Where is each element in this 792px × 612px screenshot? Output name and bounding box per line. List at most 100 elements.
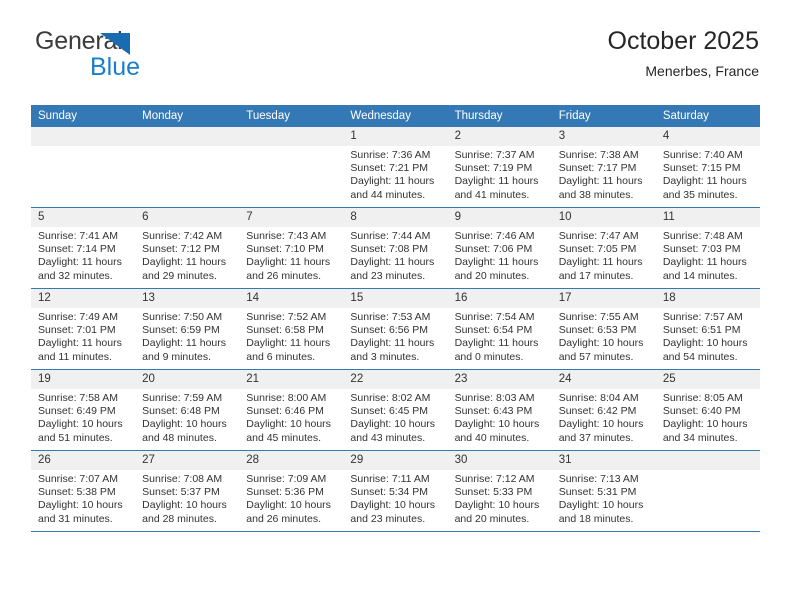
page-header: General Blue October 2025 Menerbes, Fran… — [31, 26, 759, 92]
weekday-header-thursday: Thursday — [447, 105, 552, 127]
calendar-day-cell[interactable]: 15 Sunrise: 7:53 AM Sunset: 6:56 PM Dayligh… — [343, 288, 448, 370]
daylight-text: Daylight: 10 hours and 37 minutes. — [558, 418, 644, 444]
sunrise-text: Sunrise: 7:38 AM — [558, 149, 639, 161]
calendar-day-cell[interactable]: 29 Sunrise: 7:11 AM Sunset: 5:34 PM Dayligh… — [343, 450, 448, 532]
calendar-week-row: 5 Sunrise: 7:41 AM Sunset: 7:14 PM Daylight… — [31, 207, 760, 289]
sunrise-text: Sunrise: 8:00 AM — [246, 392, 327, 404]
calendar-day-cell[interactable]: 28 Sunrise: 7:09 AM Sunset: 5:36 PM Dayligh… — [239, 450, 344, 532]
calendar-day-cell[interactable]: 27 Sunrise: 7:08 AM Sunset: 5:37 PM Dayligh… — [135, 450, 240, 532]
sunset-text: Sunset: 6:48 PM — [142, 405, 220, 418]
sunset-text: Sunset: 6:54 PM — [454, 324, 533, 337]
sunset-text: Sunset: 7:03 PM — [662, 243, 741, 256]
day-sun-info: Sunrise: 8:00 AM Sunset: 6:46 PM Daylight:… — [239, 389, 343, 445]
sunset-text: Sunset: 7:12 PM — [142, 243, 220, 256]
calendar-day-cell[interactable]: 31 Sunrise: 7:13 AM Sunset: 5:31 PM Dayligh… — [551, 450, 656, 532]
sunset-text: Sunset: 7:10 PM — [246, 243, 324, 256]
day-number — [31, 127, 136, 146]
weekday-header-tuesday: Tuesday — [239, 105, 344, 127]
title-block: October 2025 Menerbes, France — [608, 26, 760, 80]
daylight-text: Daylight: 11 hours and 14 minutes. — [662, 256, 747, 282]
calendar-day-cell[interactable]: 25 Sunrise: 8:05 AM Sunset: 6:40 PM Dayligh… — [655, 369, 760, 451]
day-sun-info: Sunrise: 7:54 AM Sunset: 6:54 PM Daylight:… — [448, 308, 552, 364]
day-number: 24 — [551, 370, 656, 389]
sunrise-text: Sunrise: 7:42 AM — [142, 230, 223, 242]
calendar-day-cell[interactable]: 23 Sunrise: 8:03 AM Sunset: 6:43 PM Dayligh… — [447, 369, 552, 451]
calendar-day-cell[interactable]: 20 Sunrise: 7:59 AM Sunset: 6:48 PM Dayligh… — [135, 369, 240, 451]
calendar-day-cell[interactable]: 14 Sunrise: 7:52 AM Sunset: 6:58 PM Dayligh… — [239, 288, 344, 370]
calendar-day-cell[interactable]: 13 Sunrise: 7:50 AM Sunset: 6:59 PM Dayligh… — [135, 288, 240, 370]
page-title: October 2025 — [607, 27, 760, 55]
sunset-text: Sunset: 7:14 PM — [38, 243, 116, 256]
general-blue-logo: General Blue — [31, 26, 231, 88]
calendar-day-cell-empty — [135, 127, 240, 208]
calendar-day-cell-empty — [31, 127, 136, 208]
calendar-day-cell[interactable]: 17 Sunrise: 7:55 AM Sunset: 6:53 PM Dayligh… — [551, 288, 656, 370]
day-sun-info: Sunrise: 7:58 AM Sunset: 6:49 PM Daylight:… — [31, 389, 135, 445]
calendar-day-cell[interactable]: 19 Sunrise: 7:58 AM Sunset: 6:49 PM Dayligh… — [31, 369, 136, 451]
weekday-header-saturday: Saturday — [655, 105, 760, 127]
calendar-day-cell[interactable]: 10 Sunrise: 7:47 AM Sunset: 7:05 PM Dayligh… — [551, 207, 656, 289]
sunset-text: Sunset: 5:38 PM — [38, 486, 116, 499]
daylight-text: Daylight: 11 hours and 41 minutes. — [454, 175, 539, 201]
day-number: 18 — [655, 289, 760, 308]
day-number: 2 — [447, 127, 552, 146]
calendar-day-cell[interactable]: 18 Sunrise: 7:57 AM Sunset: 6:51 PM Dayligh… — [655, 288, 760, 370]
calendar-day-cell[interactable]: 7 Sunrise: 7:43 AM Sunset: 7:10 PM Daylight… — [239, 207, 344, 289]
daylight-text: Daylight: 10 hours and 45 minutes. — [246, 418, 331, 444]
daylight-text: Daylight: 11 hours and 35 minutes. — [662, 175, 747, 201]
day-number: 29 — [343, 451, 448, 470]
logo-text-blue: Blue — [90, 53, 141, 81]
sunrise-text: Sunrise: 7:40 AM — [662, 149, 743, 161]
day-number — [655, 451, 760, 470]
calendar-week-row: 19 Sunrise: 7:58 AM Sunset: 6:49 PM Dayligh… — [31, 369, 760, 451]
calendar-body: 1 Sunrise: 7:36 AM Sunset: 7:21 PM Daylight… — [31, 127, 760, 532]
calendar-day-cell[interactable]: 22 Sunrise: 8:02 AM Sunset: 6:45 PM Dayligh… — [343, 369, 448, 451]
calendar-day-cell[interactable]: 12 Sunrise: 7:49 AM Sunset: 7:01 PM Dayligh… — [31, 288, 136, 370]
calendar-day-cell[interactable]: 9 Sunrise: 7:46 AM Sunset: 7:06 PM Daylight… — [447, 207, 552, 289]
sunrise-text: Sunrise: 7:54 AM — [454, 311, 535, 323]
sunset-text: Sunset: 7:19 PM — [454, 162, 533, 175]
day-sun-info: Sunrise: 8:04 AM Sunset: 6:42 PM Daylight:… — [552, 389, 656, 445]
day-sun-info: Sunrise: 7:42 AM Sunset: 7:12 PM Daylight:… — [135, 227, 239, 283]
sunset-text: Sunset: 6:46 PM — [246, 405, 324, 418]
sunset-text: Sunset: 7:01 PM — [38, 324, 116, 337]
sunset-text: Sunset: 7:15 PM — [662, 162, 741, 175]
day-number: 26 — [31, 451, 136, 470]
day-sun-info: Sunrise: 7:55 AM Sunset: 6:53 PM Daylight:… — [552, 308, 656, 364]
day-sun-info: Sunrise: 7:36 AM Sunset: 7:21 PM Daylight:… — [343, 146, 447, 202]
calendar-day-cell[interactable]: 16 Sunrise: 7:54 AM Sunset: 6:54 PM Dayligh… — [447, 288, 552, 370]
day-sun-info: Sunrise: 7:46 AM Sunset: 7:06 PM Daylight:… — [448, 227, 552, 283]
calendar-day-cell[interactable]: 3 Sunrise: 7:38 AM Sunset: 7:17 PM Daylight… — [551, 127, 656, 208]
sunset-text: Sunset: 6:43 PM — [454, 405, 533, 418]
calendar-day-cell[interactable]: 5 Sunrise: 7:41 AM Sunset: 7:14 PM Daylight… — [31, 207, 136, 289]
calendar-day-cell[interactable]: 21 Sunrise: 8:00 AM Sunset: 6:46 PM Dayligh… — [239, 369, 344, 451]
sunset-text: Sunset: 5:36 PM — [246, 486, 324, 499]
day-sun-info: Sunrise: 7:57 AM Sunset: 6:51 PM Daylight:… — [656, 308, 760, 364]
weekday-header-friday: Friday — [551, 105, 656, 127]
sunrise-text: Sunrise: 7:53 AM — [350, 311, 431, 323]
calendar-day-cell[interactable]: 2 Sunrise: 7:37 AM Sunset: 7:19 PM Daylight… — [447, 127, 552, 208]
calendar-day-cell[interactable]: 26 Sunrise: 7:07 AM Sunset: 5:38 PM Dayligh… — [31, 450, 136, 532]
calendar-day-cell[interactable]: 30 Sunrise: 7:12 AM Sunset: 5:33 PM Dayligh… — [447, 450, 552, 532]
daylight-text: Daylight: 11 hours and 0 minutes. — [454, 337, 539, 363]
sunrise-text: Sunrise: 7:49 AM — [38, 311, 118, 323]
sunrise-text: Sunrise: 8:04 AM — [558, 392, 639, 404]
day-number: 25 — [655, 370, 760, 389]
calendar-day-cell[interactable]: 11 Sunrise: 7:48 AM Sunset: 7:03 PM Dayligh… — [655, 207, 760, 289]
daylight-text: Daylight: 10 hours and 31 minutes. — [38, 499, 123, 525]
day-sun-info: Sunrise: 7:44 AM Sunset: 7:08 PM Daylight:… — [343, 227, 447, 283]
calendar-day-cell[interactable]: 8 Sunrise: 7:44 AM Sunset: 7:08 PM Daylight… — [343, 207, 448, 289]
day-sun-info: Sunrise: 7:48 AM Sunset: 7:03 PM Daylight:… — [656, 227, 760, 283]
sunset-text: Sunset: 6:58 PM — [246, 324, 324, 337]
calendar-day-cell[interactable]: 4 Sunrise: 7:40 AM Sunset: 7:15 PM Daylight… — [655, 127, 760, 208]
daylight-text: Daylight: 11 hours and 44 minutes. — [350, 175, 435, 201]
calendar-day-cell[interactable]: 24 Sunrise: 8:04 AM Sunset: 6:42 PM Dayligh… — [551, 369, 656, 451]
day-number: 22 — [343, 370, 448, 389]
daylight-text: Daylight: 11 hours and 11 minutes. — [38, 337, 122, 363]
calendar-day-cell[interactable]: 1 Sunrise: 7:36 AM Sunset: 7:21 PM Daylight… — [343, 127, 448, 208]
daylight-text: Daylight: 10 hours and 20 minutes. — [454, 499, 540, 525]
calendar-day-cell[interactable]: 6 Sunrise: 7:42 AM Sunset: 7:12 PM Daylight… — [135, 207, 240, 289]
page-subtitle: Menerbes, France — [645, 63, 759, 79]
day-sun-info: Sunrise: 7:40 AM Sunset: 7:15 PM Daylight:… — [656, 146, 760, 202]
sunrise-text: Sunrise: 7:36 AM — [350, 149, 431, 161]
